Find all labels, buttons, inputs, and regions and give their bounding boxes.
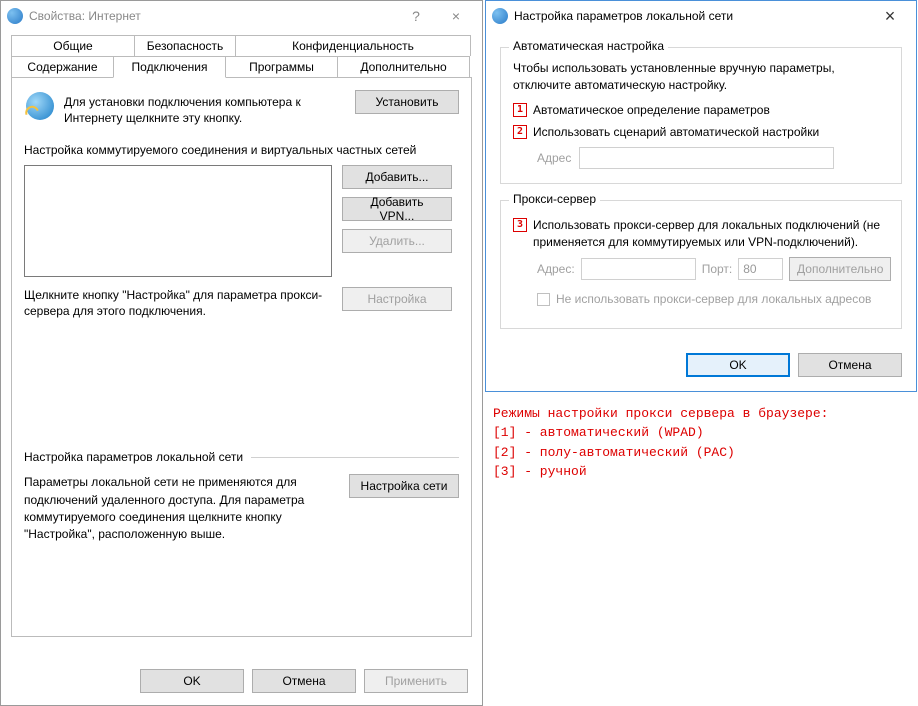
- annotation-marker-1: 1: [513, 103, 527, 117]
- lan-settings-legend: Настройка параметров локальной сети: [24, 450, 459, 464]
- dialog-buttons: OK Отмена Применить: [140, 669, 468, 693]
- lan-dialog-buttons: OK Отмена: [486, 343, 916, 391]
- ok-button[interactable]: OK: [686, 353, 790, 377]
- tab-security[interactable]: Безопасность: [134, 35, 236, 56]
- tab-programs[interactable]: Программы: [225, 56, 338, 77]
- bypass-local-label: Не использовать прокси-сервер для локаль…: [556, 291, 871, 308]
- auto-detect-label: Автоматическое определение параметров: [533, 102, 770, 119]
- lan-legend-text: Настройка параметров локальной сети: [24, 450, 243, 464]
- tab-content[interactable]: Содержание: [11, 56, 114, 77]
- use-proxy-row[interactable]: 3 Использовать прокси-сервер для локальн…: [513, 217, 889, 251]
- titlebar-right: Настройка параметров локальной сети ×: [486, 1, 916, 31]
- internet-options-icon: [7, 8, 23, 24]
- proxy-legend: Прокси-сервер: [509, 192, 600, 206]
- cancel-button[interactable]: Отмена: [252, 669, 356, 693]
- ok-button[interactable]: OK: [140, 669, 244, 693]
- add-vpn-button[interactable]: Добавить VPN...: [342, 197, 452, 221]
- install-description: Для установки подключения компьютера к И…: [64, 90, 347, 126]
- proxy-group: Прокси-сервер 3 Использовать прокси-серв…: [500, 200, 902, 328]
- proxy-settings-description: Щелкните кнопку "Настройка" для параметр…: [24, 287, 332, 321]
- tab-general[interactable]: Общие: [11, 35, 135, 56]
- bypass-checkbox[interactable]: [537, 293, 550, 306]
- close-button[interactable]: ×: [436, 2, 476, 30]
- cancel-button[interactable]: Отмена: [798, 353, 902, 377]
- apply-button: Применить: [364, 669, 468, 693]
- tab-privacy[interactable]: Конфиденциальность: [235, 35, 471, 56]
- remove-button: Удалить...: [342, 229, 452, 253]
- auto-config-group: Автоматическая настройка Чтобы использов…: [500, 47, 902, 184]
- dialup-vpn-label: Настройка коммутируемого соединения и ви…: [24, 142, 459, 158]
- proxy-port-label: Порт:: [702, 262, 733, 276]
- use-proxy-label: Использовать прокси-сервер для локальных…: [533, 217, 889, 251]
- annotation-text: Режимы настройки прокси сервера в браузе…: [483, 392, 918, 482]
- annotation-marker-3: 3: [513, 218, 527, 232]
- tab-advanced[interactable]: Дополнительно: [337, 56, 470, 77]
- lan-settings-dialog: Настройка параметров локальной сети × Ав…: [485, 0, 917, 392]
- bypass-local-row[interactable]: Не использовать прокси-сервер для локаль…: [537, 291, 889, 308]
- titlebar-left: Свойства: Интернет ? ×: [1, 1, 482, 31]
- close-button[interactable]: ×: [870, 2, 910, 30]
- annotation-marker-2: 2: [513, 125, 527, 139]
- advanced-button: Дополнительно: [789, 257, 891, 281]
- tab-connections[interactable]: Подключения: [113, 56, 226, 78]
- setup-button[interactable]: Установить: [355, 90, 459, 114]
- lan-window-title: Настройка параметров локальной сети: [514, 9, 870, 23]
- tab-panel-connections: Для установки подключения компьютера к И…: [11, 77, 472, 637]
- lan-settings-icon: [492, 8, 508, 24]
- help-button[interactable]: ?: [396, 2, 436, 30]
- add-button[interactable]: Добавить...: [342, 165, 452, 189]
- internet-properties-dialog: Свойства: Интернет ? × Общие Безопасност…: [0, 0, 483, 706]
- connections-listbox[interactable]: [24, 165, 332, 277]
- tabs: Общие Безопасность Конфиденциальность Со…: [11, 35, 472, 637]
- connection-settings-button: Настройка: [342, 287, 452, 311]
- auto-detect-row[interactable]: 1 Автоматическое определение параметров: [513, 102, 889, 119]
- proxy-address-label: Адрес:: [537, 262, 575, 276]
- auto-config-legend: Автоматическая настройка: [509, 39, 668, 53]
- lan-description: Параметры локальной сети не применяются …: [24, 474, 339, 544]
- auto-script-label: Использовать сценарий автоматической нас…: [533, 124, 819, 141]
- window-title: Свойства: Интернет: [29, 9, 396, 23]
- script-address-input: [579, 147, 834, 169]
- auto-script-row[interactable]: 2 Использовать сценарий автоматической н…: [513, 124, 889, 141]
- auto-config-text: Чтобы использовать установленные вручную…: [513, 60, 889, 94]
- connection-wizard-icon: [24, 90, 56, 122]
- lan-settings-button[interactable]: Настройка сети: [349, 474, 459, 498]
- address-label: Адрес: [537, 151, 571, 165]
- proxy-port-input: [738, 258, 783, 280]
- proxy-address-input: [581, 258, 696, 280]
